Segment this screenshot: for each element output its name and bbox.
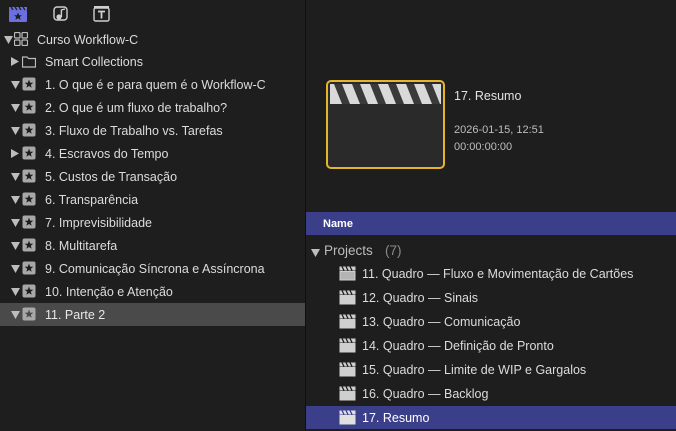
disclosure-triangle-open-icon[interactable] [10, 287, 20, 297]
sidebar-item-event-7[interactable]: 7. Imprevisibilidade [0, 211, 305, 234]
group-row-projects[interactable]: Projects (7) [306, 239, 676, 261]
event-star-icon [22, 284, 36, 298]
sidebar-item-event-2[interactable]: 2. O que é um fluxo de trabalho? [0, 96, 305, 119]
event-star-icon [22, 238, 36, 252]
group-count: (7) [385, 242, 402, 258]
library-icon [14, 32, 28, 46]
project-label: 17. Resumo [362, 410, 430, 425]
preview-title: 17. Resumo [454, 89, 522, 103]
disclosure-triangle-open-icon[interactable] [10, 195, 20, 205]
project-label: 12. Quadro — Sinais [362, 290, 479, 305]
sidebar-item-label: 2. O que é um fluxo de trabalho? [45, 100, 228, 115]
disclosure-triangle-open-icon[interactable] [10, 264, 20, 274]
disclosure-triangle-open-icon[interactable] [311, 246, 320, 260]
sidebar-item-event-9[interactable]: 9. Comunicação Síncrona e Assíncrona [0, 257, 305, 280]
sidebar-item-label: 10. Intenção e Atenção [45, 284, 173, 299]
list-item[interactable]: 12. Quadro — Sinais [306, 286, 676, 309]
project-list: Projects (7) 11. Quadro — Fluxo e Movime… [306, 237, 676, 431]
disclosure-triangle-open-icon[interactable] [10, 218, 20, 228]
titles-generators-icon[interactable] [91, 4, 113, 24]
project-label: 11. Quadro — Fluxo e Movimentação de Car… [362, 266, 634, 281]
sidebar-item-event-6[interactable]: 6. Transparência [0, 188, 305, 211]
list-item[interactable]: 13. Quadro — Comunicação [306, 310, 676, 333]
project-clapper-icon [339, 338, 356, 353]
preview-timecode: 00:00:00:00 [454, 141, 513, 153]
event-star-icon [22, 100, 36, 114]
library-label: Curso Workflow-C [37, 32, 139, 47]
project-label: 13. Quadro — Comunicação [362, 314, 521, 329]
project-label: 14. Quadro — Definição de Pronto [362, 338, 554, 353]
sidebar-item-label: 5. Custos de Transação [45, 169, 178, 184]
sidebar-item-event-1[interactable]: 1. O que é e para quem é o Workflow-C [0, 73, 305, 96]
event-star-icon [22, 123, 36, 137]
filmstrip-preview: 17. Resumo 2026-01-15, 12:51 00:00:00:00 [306, 0, 676, 207]
disclosure-triangle-open-icon[interactable] [10, 241, 20, 251]
list-item[interactable]: 14. Quadro — Definição de Pronto [306, 334, 676, 357]
project-clapper-icon [339, 314, 356, 329]
sidebar-item-event-8[interactable]: 8. Multitarefa [0, 234, 305, 257]
project-label: 16. Quadro — Backlog [362, 386, 489, 401]
event-star-icon [22, 307, 36, 321]
disclosure-triangle-closed-icon[interactable] [10, 56, 20, 66]
project-clapper-icon [339, 386, 356, 401]
sidebar-item-event-3[interactable]: 3. Fluxo de Trabalho vs. Tarefas [0, 119, 305, 142]
list-item[interactable]: 11. Quadro — Fluxo e Movimentação de Car… [306, 262, 676, 285]
library-row[interactable]: Curso Workflow-C [0, 28, 305, 51]
project-clapper-icon [339, 410, 356, 425]
libraries-icon[interactable] [7, 4, 29, 24]
sidebar-item-label: 9. Comunicação Síncrona e Assíncrona [45, 261, 265, 276]
group-label: Projects [324, 242, 373, 258]
sidebar-item-event-5[interactable]: 5. Custos de Transação [0, 165, 305, 188]
sidebar-item-label: 1. O que é e para quem é o Workflow-C [45, 77, 266, 92]
event-star-icon [22, 192, 36, 206]
sidebar-item-label: 8. Multitarefa [45, 238, 118, 253]
library-sidebar: Curso Workflow-C Smart Collections 1. O … [0, 28, 305, 431]
sidebar-item-label: 7. Imprevisibilidade [45, 215, 152, 230]
folder-icon [22, 54, 36, 68]
sidebar-item-event-11[interactable]: 11. Parte 2 [0, 303, 305, 326]
list-item-selected[interactable]: 17. Resumo [306, 406, 676, 429]
project-clapper-icon [339, 266, 356, 281]
column-header-name[interactable]: Name [323, 218, 353, 230]
event-star-icon [22, 146, 36, 160]
clapperboard-icon [330, 84, 441, 104]
disclosure-triangle-open-icon[interactable] [3, 35, 13, 45]
list-item[interactable]: 16. Quadro — Backlog [306, 382, 676, 405]
sidebar-item-label: 11. Parte 2 [45, 307, 106, 322]
sidebar-item-event-10[interactable]: 10. Intenção e Atenção [0, 280, 305, 303]
sidebar-item-event-4[interactable]: 4. Escravos do Tempo [0, 142, 305, 165]
project-thumbnail[interactable] [326, 80, 445, 169]
photos-audio-icon[interactable] [50, 4, 72, 24]
disclosure-triangle-open-icon[interactable] [10, 126, 20, 136]
sidebar-item-label: Smart Collections [45, 54, 143, 69]
event-star-icon [22, 169, 36, 183]
sidebar-item-label: 4. Escravos do Tempo [45, 146, 169, 161]
project-clapper-icon [339, 290, 356, 305]
event-star-icon [22, 215, 36, 229]
sidebar-item-smart-collections[interactable]: Smart Collections [0, 50, 305, 73]
list-header[interactable]: Name [306, 212, 676, 235]
sidebar-item-label: 3. Fluxo de Trabalho vs. Tarefas [45, 123, 223, 138]
event-star-icon [22, 77, 36, 91]
disclosure-triangle-open-icon[interactable] [10, 80, 20, 90]
project-clapper-icon [339, 362, 356, 377]
list-item[interactable]: 15. Quadro — Limite de WIP e Gargalos [306, 358, 676, 381]
disclosure-triangle-open-icon[interactable] [10, 310, 20, 320]
browser-toolbar [0, 0, 305, 28]
disclosure-triangle-open-icon[interactable] [10, 172, 20, 182]
sidebar-item-label: 6. Transparência [45, 192, 139, 207]
preview-date: 2026-01-15, 12:51 [454, 124, 544, 136]
disclosure-triangle-closed-icon[interactable] [10, 148, 20, 158]
event-star-icon [22, 261, 36, 275]
project-label: 15. Quadro — Limite de WIP e Gargalos [362, 362, 587, 377]
disclosure-triangle-open-icon[interactable] [10, 103, 20, 113]
